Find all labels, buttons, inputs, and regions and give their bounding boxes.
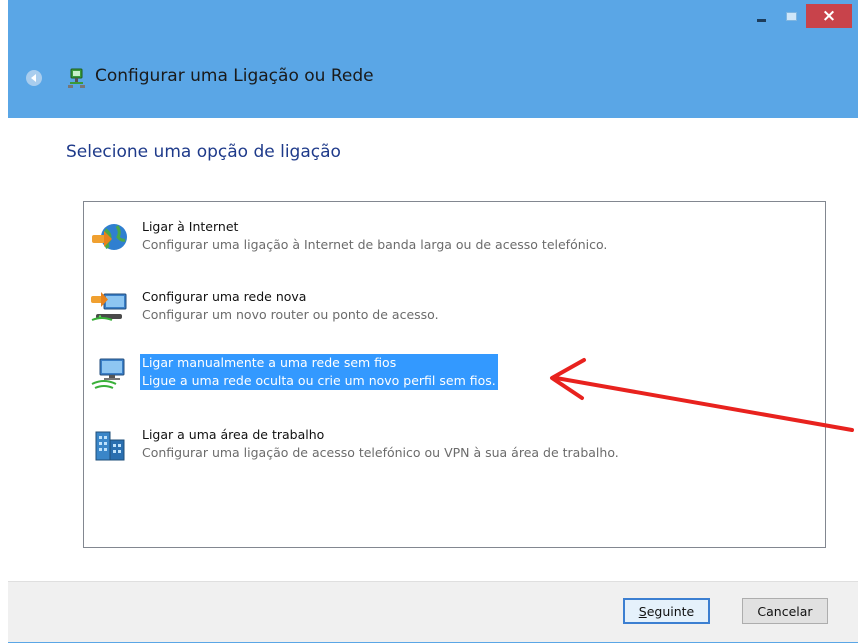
dialog-footer: Seguinte Cancelar	[8, 581, 858, 642]
close-icon: ×	[821, 6, 837, 26]
dialog-window: × Configurar uma Ligação ou Rede Selecio…	[8, 0, 858, 643]
option-description: Ligue a uma rede oculta ou crie um novo …	[142, 373, 496, 388]
option-title: Ligar a uma área de trabalho	[142, 427, 325, 442]
internet-globe-icon	[92, 224, 127, 250]
option-workplace[interactable]: Ligar a uma área de trabalho Configurar …	[90, 424, 810, 468]
next-button[interactable]: Seguinte	[623, 598, 710, 624]
window-controls: ×	[746, 4, 852, 32]
option-manual-wireless[interactable]: Ligar manualmente a uma rede sem fios Li…	[90, 352, 810, 396]
cancel-button[interactable]: Cancelar	[742, 598, 828, 624]
title-bar: × Configurar uma Ligação ou Rede	[8, 0, 858, 118]
maximize-icon	[785, 11, 797, 21]
option-connect-internet[interactable]: Ligar à Internet Configurar uma ligação …	[90, 216, 810, 260]
option-title: Ligar à Internet	[142, 219, 239, 234]
option-description: Configurar uma ligação à Internet de ban…	[142, 237, 608, 252]
window-title: Configurar uma Ligação ou Rede	[95, 66, 374, 86]
minimize-button[interactable]	[746, 4, 776, 28]
new-network-router-icon	[91, 292, 127, 321]
network-setup-icon	[68, 68, 85, 88]
connection-options-list: Ligar à Internet Configurar uma ligação …	[83, 201, 826, 548]
maximize-button[interactable]	[776, 4, 806, 28]
wireless-network-icon	[91, 358, 125, 389]
option-new-network[interactable]: Configurar uma rede nova Configurar um n…	[90, 286, 810, 330]
option-description: Configurar um novo router ou ponto de ac…	[142, 307, 439, 322]
back-button[interactable]	[26, 70, 42, 86]
minimize-icon	[756, 18, 766, 22]
dialog-content: Selecione uma opção de ligação Ligar à I…	[8, 118, 858, 581]
option-title: Configurar uma rede nova	[142, 289, 307, 304]
close-button[interactable]: ×	[806, 4, 852, 28]
page-heading: Selecione uma opção de ligação	[66, 142, 341, 162]
next-button-label: eguinte	[646, 603, 695, 619]
option-description: Configurar uma ligação de acesso telefón…	[142, 445, 619, 460]
option-title: Ligar manualmente a uma rede sem fios	[142, 355, 397, 370]
workplace-vpn-icon	[95, 431, 125, 461]
next-button-mnemonic: S	[638, 603, 647, 619]
